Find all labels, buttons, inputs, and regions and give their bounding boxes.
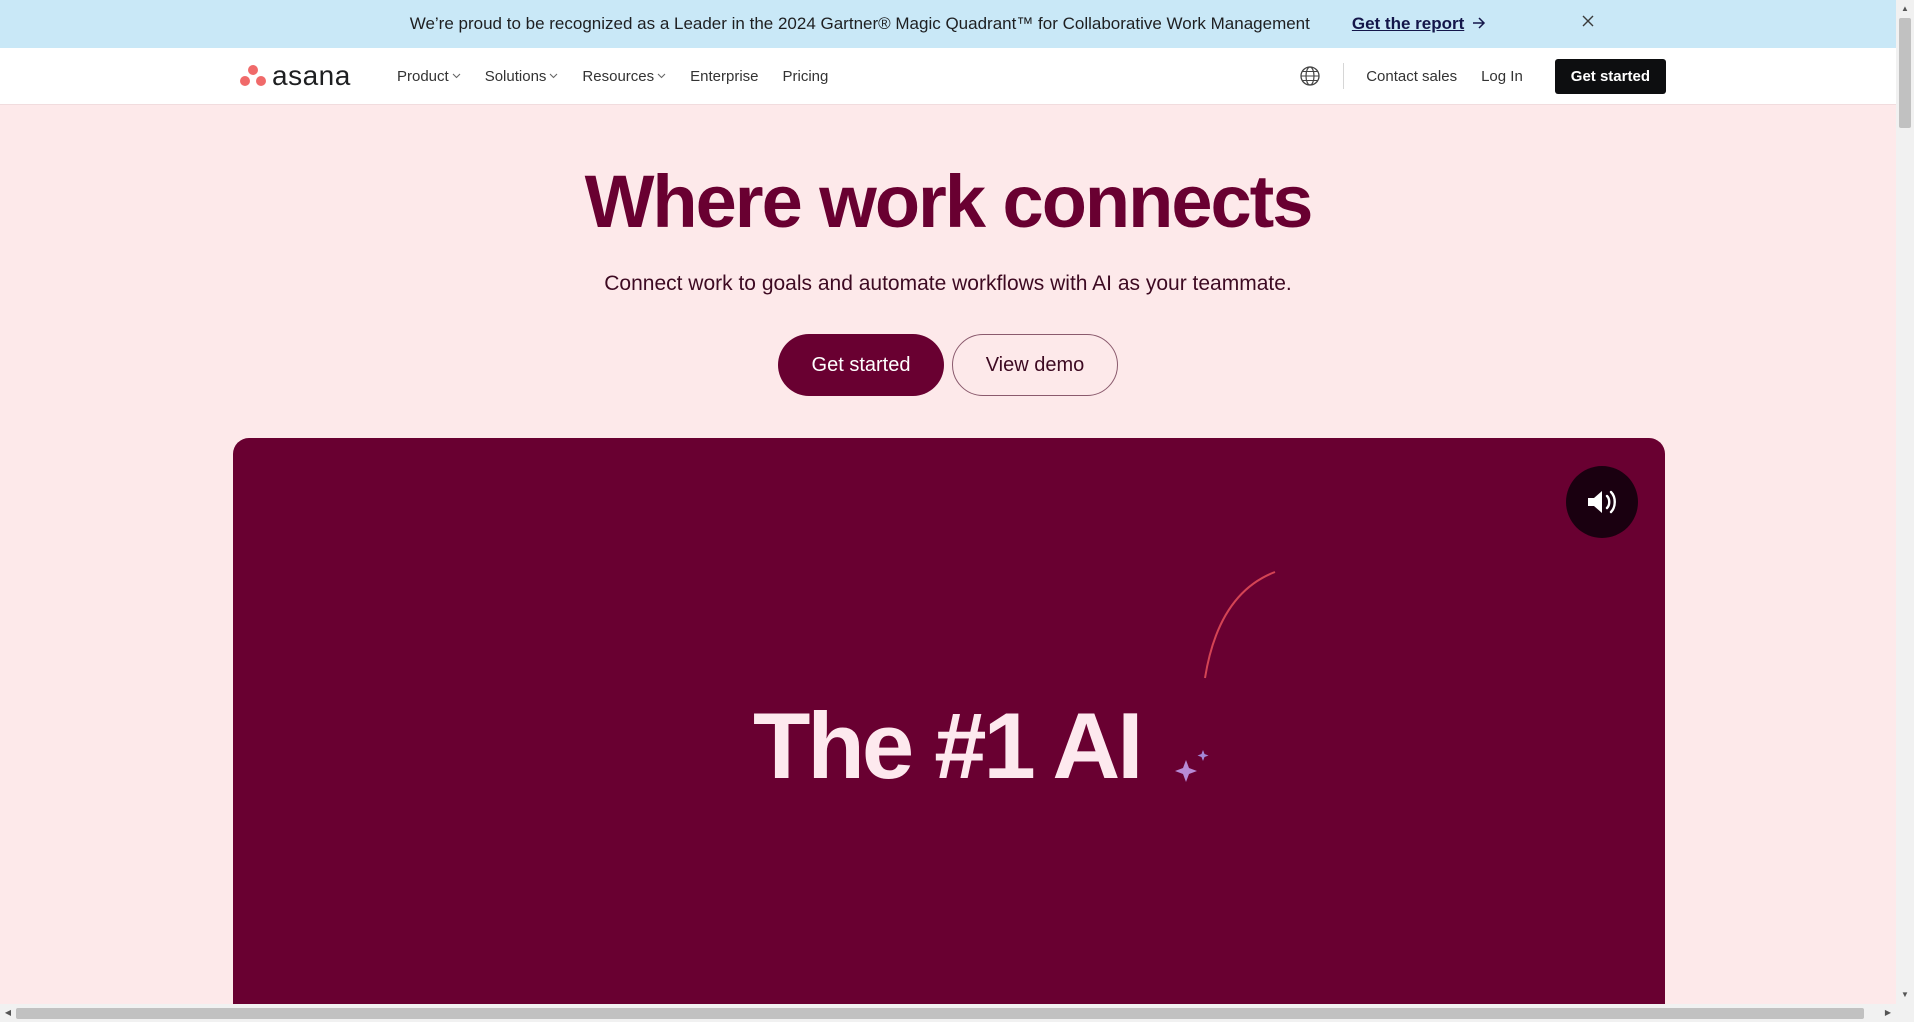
volume-icon[interactable] <box>1566 466 1638 538</box>
primary-nav: Product Solutions Resources Enterprise P… <box>397 48 828 104</box>
vertical-scroll-thumb[interactable] <box>1899 18 1911 128</box>
announcement-banner: We’re proud to be recognized as a Leader… <box>0 0 1896 48</box>
nav-item-label: Solutions <box>484 67 547 85</box>
chevron-down-icon <box>549 71 558 82</box>
chevron-down-icon <box>657 71 666 82</box>
top-nav: asana Product Solutions Resources Enterp… <box>0 48 1896 105</box>
get-report-label: Get the report <box>1351 14 1465 33</box>
horizontal-scrollbar[interactable]: ◀ ▶ <box>0 1004 1896 1022</box>
nav-item-product[interactable]: Product <box>397 68 461 85</box>
chevron-down-icon <box>452 71 461 82</box>
logo-mark-icon <box>240 64 266 88</box>
hero-subtitle: Connect work to goals and automate workf… <box>604 272 1292 295</box>
sparkle-icon <box>1175 750 1209 782</box>
asana-logo[interactable]: asana <box>240 62 351 90</box>
nav-item-pricing[interactable]: Pricing <box>783 68 829 85</box>
banner-message: We’re proud to be recognized as a Leader… <box>409 14 1310 33</box>
decorative-arc <box>1204 571 1276 679</box>
nav-item-label: Product <box>397 67 449 85</box>
scroll-up-icon[interactable]: ▲ <box>1896 0 1914 18</box>
hero-buttons: Get started View demo <box>778 334 1118 396</box>
nav-item-label: Resources <box>582 67 655 85</box>
scroll-down-icon[interactable]: ▼ <box>1896 986 1914 1004</box>
get-report-link[interactable]: Get the report <box>1352 14 1486 34</box>
vertical-scrollbar[interactable]: ▲ ▼ <box>1896 0 1914 1022</box>
nav-item-resources[interactable]: Resources <box>582 68 666 85</box>
nav-item-solutions[interactable]: Solutions <box>485 68 559 85</box>
horizontal-scroll-thumb[interactable] <box>16 1008 1864 1019</box>
hero-video[interactable]: The #1 AI <box>233 438 1665 1004</box>
globe-icon[interactable] <box>1299 65 1321 87</box>
login-link[interactable]: Log In <box>1481 68 1523 85</box>
hero-title: Where work connects <box>584 160 1314 243</box>
contact-sales-link[interactable]: Contact sales <box>1366 68 1457 85</box>
view-demo-button[interactable]: View demo <box>952 334 1118 396</box>
scroll-left-icon[interactable]: ◀ <box>0 1004 16 1022</box>
close-icon[interactable] <box>1578 12 1598 32</box>
logo-wordmark: asana <box>272 60 351 91</box>
get-started-button[interactable]: Get started <box>778 334 944 396</box>
nav-item-label: Enterprise <box>690 67 759 85</box>
scroll-right-icon[interactable]: ▶ <box>1880 1004 1896 1022</box>
nav-actions: Contact sales Log In Get started <box>1299 48 1666 104</box>
nav-item-enterprise[interactable]: Enterprise <box>690 68 758 85</box>
nav-get-started-button[interactable]: Get started <box>1554 58 1666 94</box>
nav-item-label: Pricing <box>782 67 829 85</box>
video-caption: The #1 AI <box>753 693 1143 798</box>
nav-divider <box>1343 63 1345 89</box>
arrow-right-icon <box>1472 14 1486 34</box>
